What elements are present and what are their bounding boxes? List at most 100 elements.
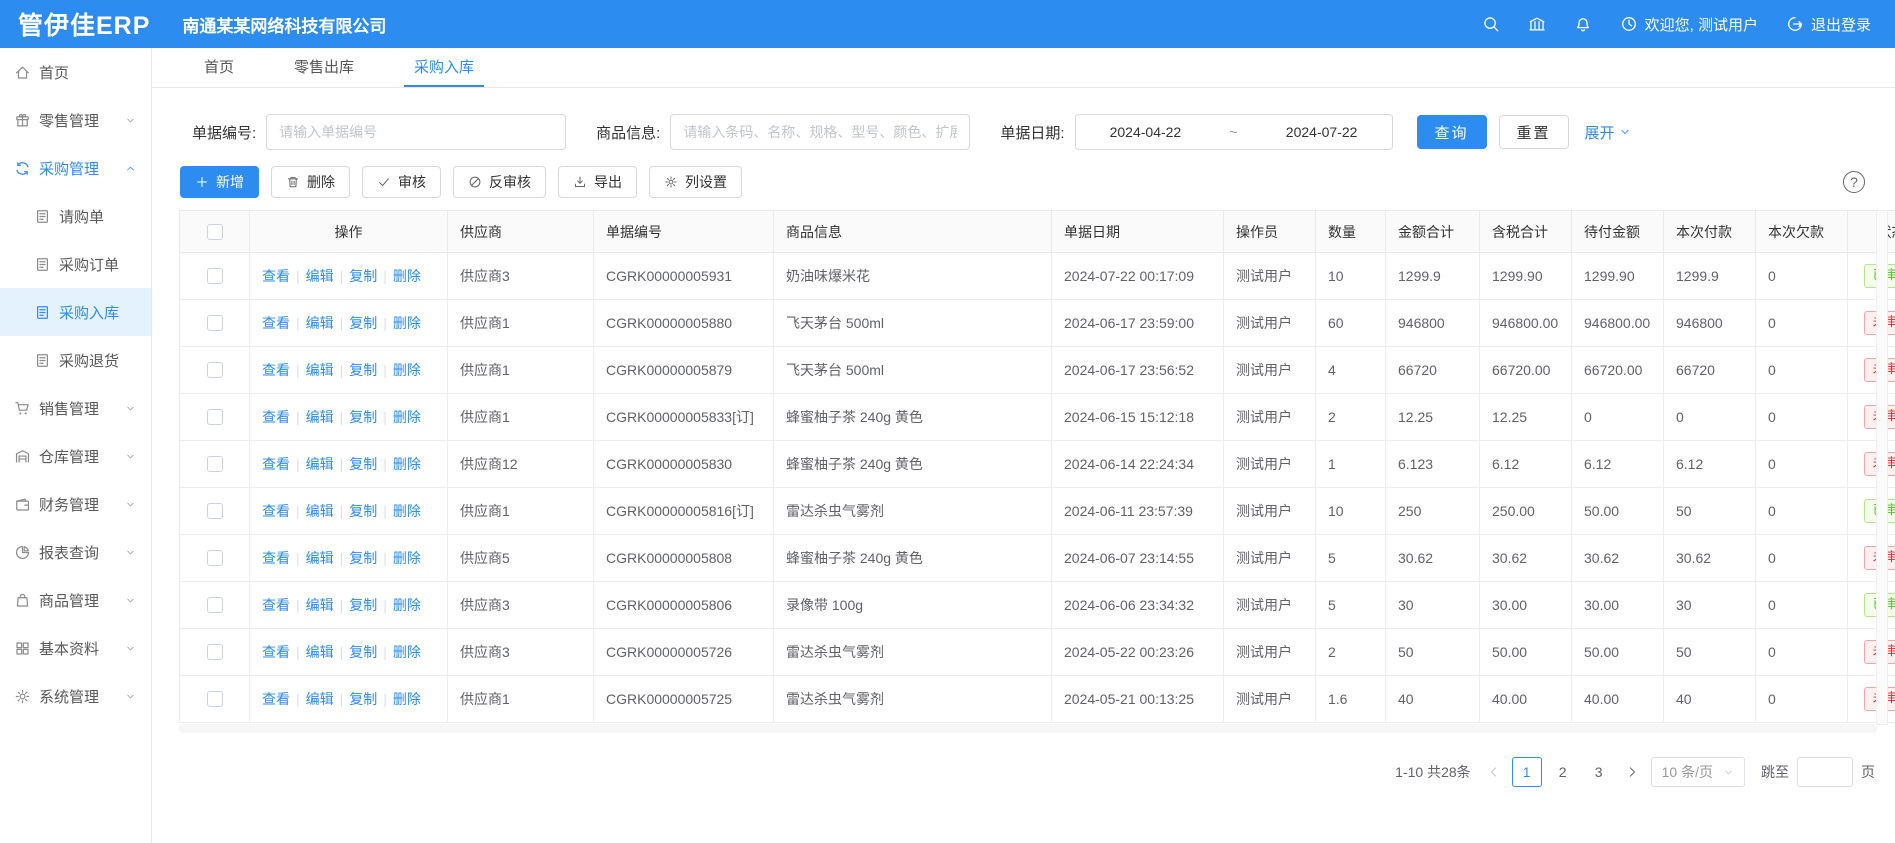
sidebar-item-finance-management[interactable]: 财务管理	[0, 480, 151, 528]
row-action-copy[interactable]: 复制	[349, 691, 377, 707]
row-action-copy[interactable]: 复制	[349, 362, 377, 378]
prev-page-button[interactable]	[1487, 765, 1501, 779]
row-checkbox[interactable]	[207, 315, 223, 331]
row-action-copy[interactable]: 复制	[349, 456, 377, 472]
sidebar-item-product-management[interactable]: 商品管理	[0, 576, 151, 624]
sidebar-item-sales-management[interactable]: 销售管理	[0, 384, 151, 432]
date-end-value[interactable]: 2024-07-22	[1286, 124, 1358, 140]
sidebar-item-home[interactable]: 首页	[0, 48, 151, 96]
sidebar-item-report-query[interactable]: 报表查询	[0, 528, 151, 576]
page-button-1[interactable]: 1	[1512, 757, 1542, 787]
tab-retail-outbound[interactable]: 零售出库	[284, 48, 364, 87]
date-start-value[interactable]: 2024-04-22	[1110, 124, 1182, 140]
row-checkbox[interactable]	[207, 597, 223, 613]
row-action-view[interactable]: 查看	[262, 315, 290, 331]
page-size-select[interactable]: 10 条/页	[1651, 757, 1745, 787]
row-action-view[interactable]: 查看	[262, 503, 290, 519]
audit-button[interactable]: 审核	[362, 166, 441, 198]
cell-supplier: 供应商3	[460, 597, 510, 613]
row-action-delete[interactable]: 删除	[393, 409, 421, 425]
row-action-edit[interactable]: 编辑	[306, 503, 334, 519]
row-action-view[interactable]: 查看	[262, 691, 290, 707]
row-action-copy[interactable]: 复制	[349, 315, 377, 331]
row-action-edit[interactable]: 编辑	[306, 550, 334, 566]
row-action-edit[interactable]: 编辑	[306, 644, 334, 660]
row-action-delete[interactable]: 删除	[393, 550, 421, 566]
delete-button[interactable]: 删除	[271, 166, 350, 198]
sidebar-item-purchase-inbound[interactable]: 采购入库	[0, 288, 151, 336]
row-checkbox[interactable]	[207, 644, 223, 660]
sidebar-item-warehouse-management[interactable]: 仓库管理	[0, 432, 151, 480]
sidebar-item-basic-data[interactable]: 基本资料	[0, 624, 151, 672]
page-button-2[interactable]: 2	[1548, 757, 1578, 787]
row-action-view[interactable]: 查看	[262, 268, 290, 284]
unaudit-button[interactable]: 反审核	[453, 166, 546, 198]
page-button-3[interactable]: 3	[1584, 757, 1614, 787]
expand-link[interactable]: 展开	[1585, 122, 1631, 143]
sidebar-item-purchase-request[interactable]: 请购单	[0, 192, 151, 240]
row-action-copy[interactable]: 复制	[349, 268, 377, 284]
row-action-view[interactable]: 查看	[262, 456, 290, 472]
doc-no-input[interactable]	[266, 114, 566, 150]
row-checkbox[interactable]	[207, 268, 223, 284]
row-action-delete[interactable]: 删除	[393, 268, 421, 284]
welcome-user[interactable]: 欢迎您, 测试用户	[1620, 14, 1758, 35]
row-action-delete[interactable]: 删除	[393, 644, 421, 660]
row-checkbox[interactable]	[207, 456, 223, 472]
horizontal-scrollbar[interactable]	[179, 724, 1877, 733]
sidebar-item-retail-management[interactable]: 零售管理	[0, 96, 151, 144]
bell-icon[interactable]	[1574, 15, 1592, 33]
row-action-copy[interactable]: 复制	[349, 550, 377, 566]
row-action-delete[interactable]: 删除	[393, 456, 421, 472]
row-action-view[interactable]: 查看	[262, 550, 290, 566]
row-action-copy[interactable]: 复制	[349, 644, 377, 660]
row-action-delete[interactable]: 删除	[393, 691, 421, 707]
help-icon[interactable]: ?	[1843, 171, 1865, 193]
sidebar-item-purchase-order[interactable]: 采购订单	[0, 240, 151, 288]
tab-purchase-inbound[interactable]: 采购入库	[404, 48, 484, 87]
column-settings-button[interactable]: 列设置	[649, 166, 742, 198]
row-checkbox[interactable]	[207, 550, 223, 566]
row-action-view[interactable]: 查看	[262, 597, 290, 613]
date-range-picker[interactable]: 2024-04-22 ~ 2024-07-22	[1075, 114, 1393, 150]
row-action-delete[interactable]: 删除	[393, 503, 421, 519]
export-button[interactable]: 导出	[558, 166, 637, 198]
tab-home[interactable]: 首页	[194, 48, 244, 87]
row-checkbox[interactable]	[207, 691, 223, 707]
row-action-view[interactable]: 查看	[262, 362, 290, 378]
row-action-edit[interactable]: 编辑	[306, 315, 334, 331]
add-button[interactable]: 新增	[180, 166, 259, 198]
row-action-view[interactable]: 查看	[262, 644, 290, 660]
row-action-delete[interactable]: 删除	[393, 315, 421, 331]
row-checkbox[interactable]	[207, 362, 223, 378]
row-action-view[interactable]: 查看	[262, 409, 290, 425]
row-action-copy[interactable]: 复制	[349, 597, 377, 613]
reset-button[interactable]: 重置	[1499, 115, 1569, 149]
sidebar-item-purchase-management[interactable]: 采购管理	[0, 144, 151, 192]
product-info-input[interactable]	[670, 114, 970, 150]
row-action-edit[interactable]: 编辑	[306, 362, 334, 378]
row-action-edit[interactable]: 编辑	[306, 691, 334, 707]
row-action-edit[interactable]: 编辑	[306, 268, 334, 284]
sidebar-item-system-management[interactable]: 系统管理	[0, 672, 151, 720]
row-checkbox[interactable]	[207, 503, 223, 519]
select-all-checkbox[interactable]	[207, 224, 223, 240]
logout-button[interactable]: 退出登录	[1786, 14, 1871, 35]
row-checkbox[interactable]	[207, 409, 223, 425]
bank-icon[interactable]	[1528, 15, 1546, 33]
row-action-delete[interactable]: 删除	[393, 597, 421, 613]
row-action-edit[interactable]: 编辑	[306, 456, 334, 472]
jump-input[interactable]	[1797, 757, 1853, 787]
row-action-edit[interactable]: 编辑	[306, 409, 334, 425]
row-action-copy[interactable]: 复制	[349, 409, 377, 425]
cell-date: 2024-06-07 23:14:55	[1064, 550, 1194, 566]
cell-operator: 测试用户	[1236, 691, 1292, 707]
sidebar-item-purchase-return[interactable]: 采购退货	[0, 336, 151, 384]
search-icon[interactable]	[1482, 15, 1500, 33]
row-action-copy[interactable]: 复制	[349, 503, 377, 519]
row-action-delete[interactable]: 删除	[393, 362, 421, 378]
chevron-down-icon	[125, 499, 136, 510]
search-button[interactable]: 查询	[1417, 115, 1487, 149]
row-action-edit[interactable]: 编辑	[306, 597, 334, 613]
next-page-button[interactable]	[1625, 765, 1639, 779]
